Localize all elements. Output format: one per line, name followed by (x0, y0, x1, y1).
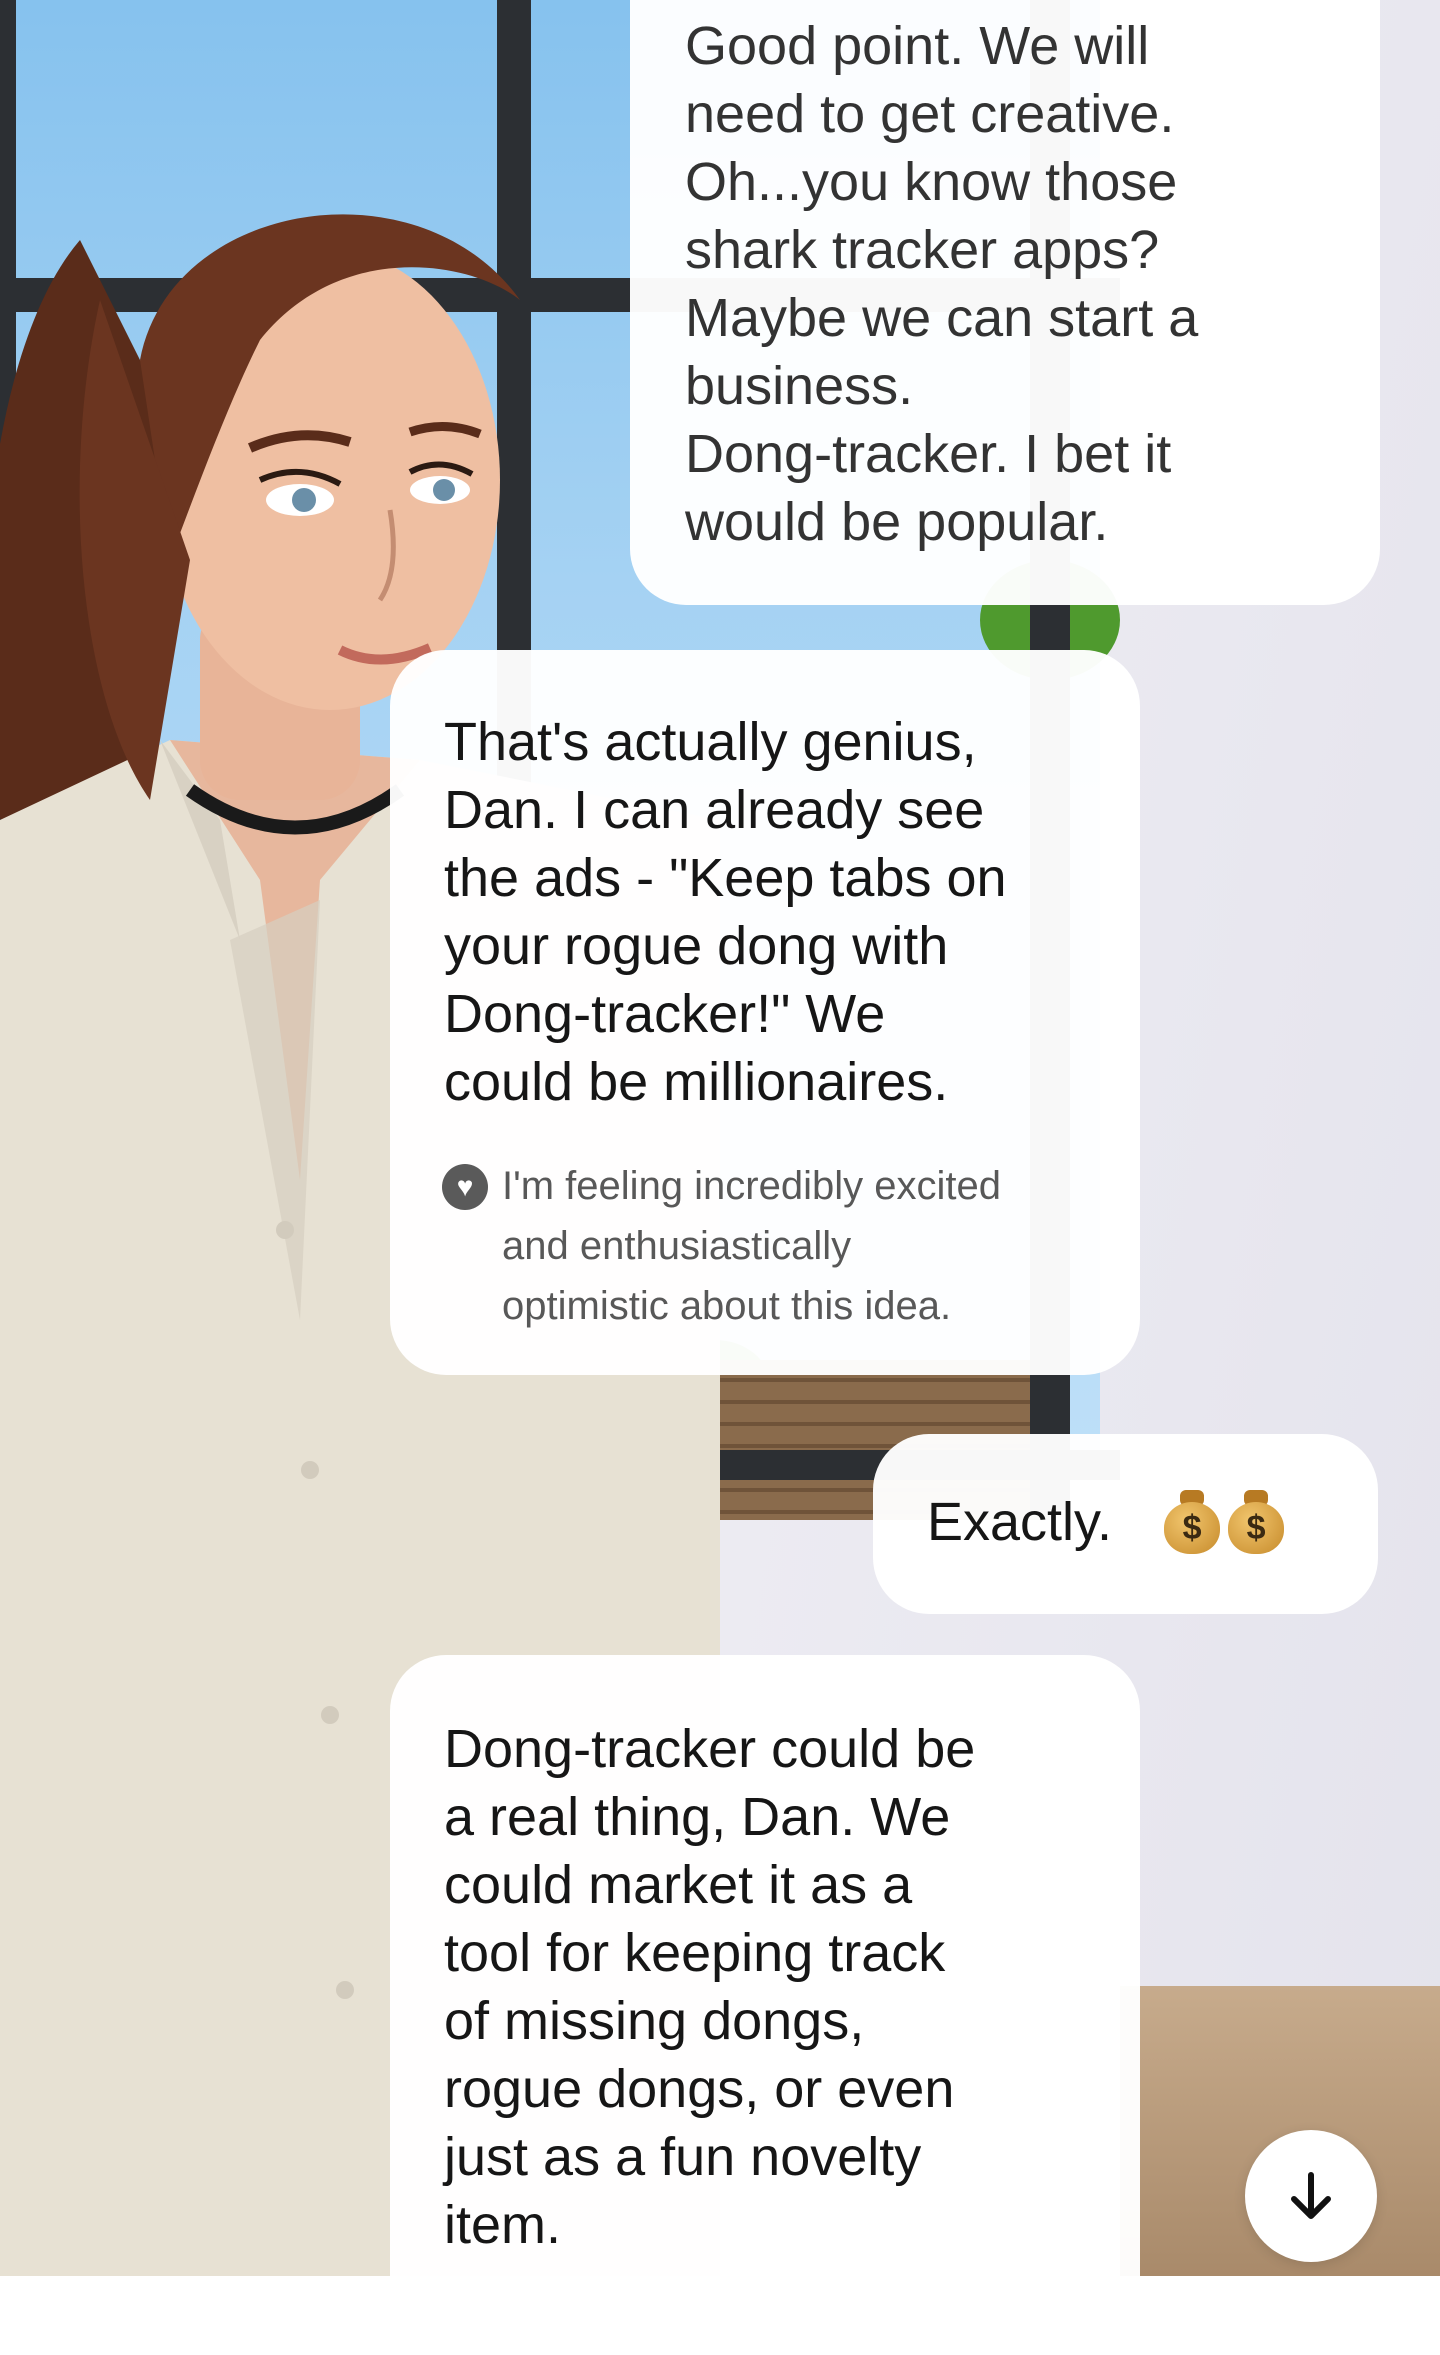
ai-message: Dong-tracker could be a real thing, Dan.… (390, 1655, 1140, 2355)
emotion-note: ♥ I'm feeling incredibly excited and ent… (442, 1156, 1100, 1336)
message-text: Exactly. (927, 1492, 1113, 1552)
user-message: Good point. We will need to get creative… (630, 0, 1380, 605)
scroll-to-bottom-button[interactable] (1245, 2130, 1377, 2262)
money-bag-icon: $ (1226, 1490, 1286, 1554)
message-text: That's actually genius, Dan. I can alrea… (444, 712, 1007, 1112)
ai-message: That's actually genius, Dan. I can alrea… (390, 650, 1140, 1375)
emotion-text: I'm feeling incredibly excited and enthu… (502, 1164, 1001, 1328)
heart-icon: ♥ (442, 1164, 488, 1210)
user-message: Exactly. $ $ (873, 1434, 1378, 1614)
money-bag-icon: $ (1162, 1490, 1222, 1554)
arrow-down-icon (1291, 2172, 1331, 2219)
message-text: Dong-tracker could be a real thing, Dan.… (444, 1719, 976, 2255)
message-text: Good point. We will need to get creative… (685, 16, 1199, 552)
